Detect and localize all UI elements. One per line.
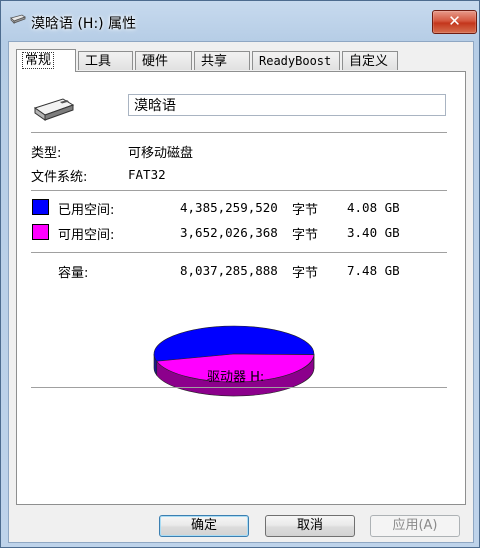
tab-sharing[interactable]: 共享	[194, 51, 250, 70]
capacity-label: 容量:	[58, 266, 89, 281]
used-space-label: 已用空间:	[58, 203, 115, 218]
apply-button[interactable]: 应用(A)	[370, 515, 460, 537]
free-space-swatch	[32, 224, 49, 240]
capacity-size: 7.48 GB	[347, 263, 400, 278]
separator	[31, 252, 447, 253]
used-space-size: 4.08 GB	[347, 200, 400, 215]
capacity-bytes: 8,037,285,888	[180, 263, 278, 278]
general-tab-panel: 类型: 可移动磁盘 文件系统: FAT32 已用空间: 4,385,259,52…	[16, 71, 466, 505]
used-space-unit: 字节	[292, 203, 319, 218]
window-title: 漠晗语 (H:) 属性	[31, 16, 137, 32]
capacity-unit: 字节	[292, 266, 319, 281]
dialog-body: 常规 工具 硬件 共享 ReadyBoost 自定义 漠晗语 类型: 可移动磁盘…	[8, 41, 474, 543]
tab-readyboost[interactable]: ReadyBoost	[252, 51, 340, 70]
free-space-size: 3.40 GB	[347, 225, 400, 240]
used-space-bytes: 4,385,259,520	[180, 200, 278, 215]
drive-letter-label: 驱动器 H:	[207, 370, 265, 385]
type-value: 可移动磁盘	[128, 146, 194, 161]
filesystem-value: FAT32	[128, 167, 166, 182]
title-bar[interactable]: 漠晗语 (H:) 属性 ✕	[1, 1, 479, 41]
separator	[31, 387, 447, 388]
drive-name-input[interactable]	[128, 94, 446, 116]
ok-button[interactable]: 确定	[159, 515, 249, 537]
usb-drive-icon	[9, 12, 27, 30]
tab-customize[interactable]: 自定义	[342, 51, 398, 70]
cancel-button[interactable]: 取消	[265, 515, 355, 537]
free-space-unit: 字节	[292, 228, 319, 243]
type-label: 类型:	[31, 146, 62, 161]
tab-general[interactable]: 常规	[16, 49, 76, 72]
properties-window: 漠晗语 (H:) 属性 ✕ 常规 工具 硬件 共享 ReadyBoost 自定义	[0, 0, 480, 548]
close-button[interactable]: ✕	[432, 10, 477, 34]
free-space-bytes: 3,652,026,368	[180, 225, 278, 240]
separator	[31, 190, 447, 191]
close-icon: ✕	[448, 12, 461, 30]
free-space-label: 可用空间:	[58, 228, 115, 243]
tab-hardware[interactable]: 硬件	[135, 51, 192, 70]
drive-icon	[33, 96, 75, 126]
filesystem-label: 文件系统:	[31, 170, 88, 185]
separator	[31, 132, 447, 133]
disk-usage-pie-chart	[153, 325, 315, 397]
used-space-swatch	[32, 199, 49, 215]
tab-tools[interactable]: 工具	[78, 51, 133, 70]
